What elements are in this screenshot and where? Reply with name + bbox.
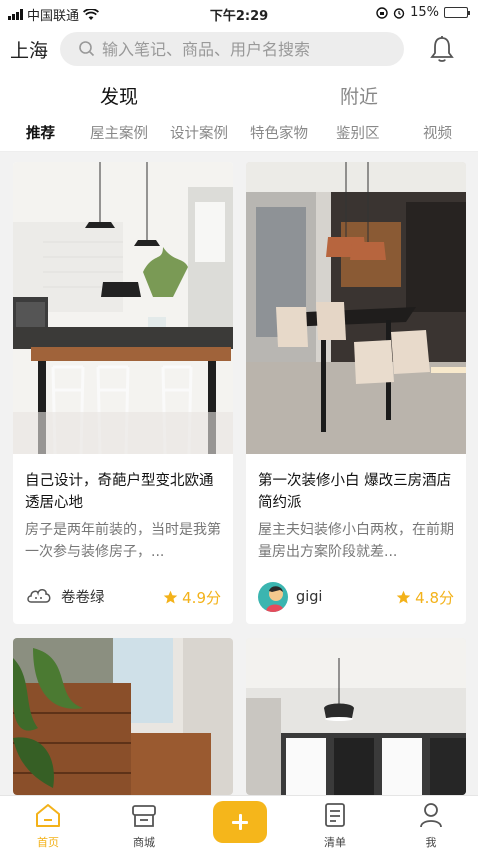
post-title: 第一次装修小白 爆改三房酒店简约派 [258, 473, 452, 511]
post-rating: 4.9分 [163, 587, 221, 608]
nav-checklist[interactable]: 清单 [305, 796, 365, 850]
category-tabs: 推荐 屋主案例 设计案例 特色家物 鉴别区 视频 [0, 114, 478, 152]
post-description: 房子是两年前装的，当时是我第一次参与装修房子，... [25, 522, 221, 560]
battery-percent: 15% [410, 5, 439, 20]
nav-profile-label: 我 [425, 836, 437, 849]
author-name: gigi [296, 589, 323, 605]
alarm-icon [393, 7, 405, 19]
city-selector[interactable]: 上海 [10, 36, 48, 63]
tab-appraisal[interactable]: 鉴别区 [336, 122, 380, 143]
post-image [13, 162, 233, 454]
post-title: 自己设计，奇葩户型变北欧通透居心地 [25, 473, 214, 511]
tab-featured-goods[interactable]: 特色家物 [250, 122, 308, 143]
post-image [13, 638, 233, 795]
post-author[interactable]: gigi [258, 582, 322, 612]
search-bar[interactable] [60, 32, 404, 66]
post-description: 屋主夫妇装修小白两枚，在前期量房出方案阶段就差... [258, 522, 454, 560]
post-card[interactable] [246, 638, 466, 795]
tab-nearby[interactable]: 附近 [340, 82, 378, 109]
post-card[interactable] [13, 638, 233, 795]
avatar [258, 582, 288, 612]
bottom-nav: 首页 商城 清单 我 [0, 795, 478, 850]
bell-icon[interactable] [426, 33, 458, 65]
rating-value: 4.9分 [182, 589, 221, 607]
tab-owner-cases[interactable]: 屋主案例 [90, 122, 148, 143]
add-post-button[interactable] [213, 801, 267, 843]
home-icon [36, 804, 60, 827]
nav-home[interactable]: 首页 [18, 796, 78, 850]
status-bar: 中国联通 下午2:29 15% [0, 0, 478, 26]
post-rating: 4.8分 [396, 587, 454, 608]
tab-design-cases[interactable]: 设计案例 [170, 122, 228, 143]
author-name: 卷卷绿 [61, 589, 105, 606]
nav-profile[interactable]: 我 [401, 796, 461, 850]
search-input[interactable] [102, 39, 402, 59]
nav-home-label: 首页 [37, 836, 59, 849]
search-icon [79, 41, 95, 57]
shop-icon [132, 805, 156, 827]
checklist-icon [325, 803, 345, 827]
tab-recommend[interactable]: 推荐 [26, 122, 55, 143]
user-icon [420, 803, 442, 828]
main-tabs: 发现 附近 [0, 72, 478, 114]
nav-shop[interactable]: 商城 [114, 796, 174, 850]
star-icon [163, 590, 178, 604]
post-card[interactable]: 自己设计，奇葩户型变北欧通透居心地 房子是两年前装的，当时是我第一次参与装修房子… [13, 162, 233, 624]
tab-discover[interactable]: 发现 [100, 82, 138, 109]
post-author[interactable]: 卷卷绿 [25, 582, 105, 610]
post-card[interactable]: 第一次装修小白 爆改三房酒店简约派 屋主夫妇装修小白两枚，在前期量房出方案阶段就… [246, 162, 466, 624]
nav-checklist-label: 清单 [324, 836, 346, 849]
post-image [246, 638, 466, 795]
tab-video[interactable]: 视频 [423, 122, 452, 143]
nav-shop-label: 商城 [133, 836, 155, 849]
star-icon [396, 590, 411, 604]
cloud-avatar-icon [27, 589, 51, 603]
battery-icon [444, 7, 470, 18]
header: 上海 [0, 26, 478, 72]
post-image [246, 162, 466, 454]
rating-value: 4.8分 [415, 589, 454, 607]
rotation-lock-icon [376, 6, 388, 19]
